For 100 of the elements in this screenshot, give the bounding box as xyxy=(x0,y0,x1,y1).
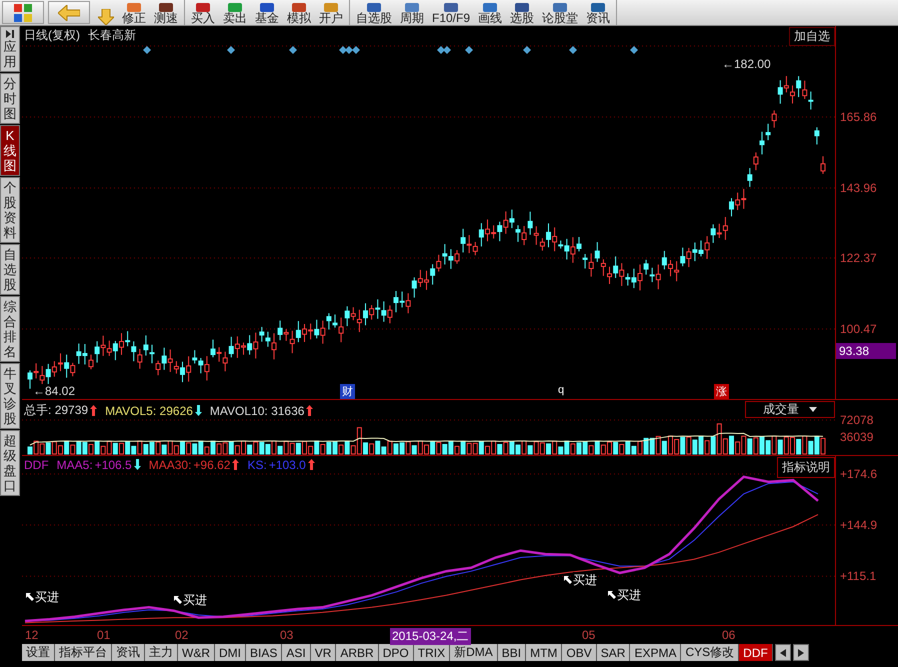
toolbar-button[interactable]: 测速 xyxy=(150,0,182,25)
indicator-tab[interactable]: MTM xyxy=(526,644,562,661)
toolbar-icon xyxy=(159,3,173,12)
back-button[interactable] xyxy=(48,1,90,24)
axis-label: 36039 xyxy=(840,430,874,444)
volume-stat: MAVOL10: 31636 xyxy=(210,404,304,418)
event-marker-icon[interactable] xyxy=(143,46,151,54)
volume-stat: MAVOL5: 29626 xyxy=(105,404,193,418)
caret-icon xyxy=(809,407,817,412)
toolbar-button[interactable]: 自选股 xyxy=(352,0,396,25)
toolbar-button[interactable]: F10/F9 xyxy=(428,0,474,25)
sidebar-tab[interactable]: 综合排名 xyxy=(0,296,20,362)
indicator-tab[interactable]: ASI xyxy=(282,644,311,661)
date-label: 03 xyxy=(280,628,294,642)
sidebar-tab[interactable]: 自选股 xyxy=(0,244,20,295)
toolbar-button[interactable]: 模拟 xyxy=(283,0,315,25)
indicator-help-button[interactable]: 指标说明 xyxy=(777,456,835,478)
indicator-tab[interactable]: OBV xyxy=(562,644,597,661)
event-tag[interactable]: 涨 xyxy=(714,384,729,399)
axis-label: +115.1 xyxy=(840,569,876,584)
event-marker-icon[interactable] xyxy=(352,46,360,54)
high-price-label: ←182.00 xyxy=(722,57,771,71)
toolbar-button[interactable]: 买入 xyxy=(187,0,219,25)
date-label: 12 xyxy=(25,628,38,642)
sidebar-tab[interactable]: 个股资料 xyxy=(0,177,20,243)
indicator-tab[interactable]: 主力 xyxy=(145,644,178,661)
sidebar-tab[interactable]: 牛叉诊股 xyxy=(0,363,20,429)
candlestick xyxy=(820,156,826,174)
toolbar-icon xyxy=(367,3,381,12)
toolbar-button[interactable]: 选股 xyxy=(506,0,538,25)
toolbar-button[interactable]: 修正 xyxy=(118,0,150,25)
indicator-tab[interactable]: BIAS xyxy=(246,644,282,661)
event-tag[interactable]: 财 xyxy=(340,384,355,399)
current-price-tag: 93.38 xyxy=(836,343,896,359)
toolbar-button[interactable]: 论股堂 xyxy=(538,0,582,25)
indicator-value: +106.5 xyxy=(94,458,132,472)
volume-stat: 总手: 29739 xyxy=(24,402,88,420)
down-arrow-icon xyxy=(98,9,114,25)
toolbar-icon xyxy=(127,3,141,12)
indicator-tab[interactable]: 指标平台 xyxy=(55,644,112,661)
left-arrow-icon xyxy=(58,4,80,20)
date-label: 2015-03-24,二 xyxy=(390,628,471,646)
toolbar-button[interactable]: 开户 xyxy=(315,0,347,25)
event-marker-icon[interactable] xyxy=(569,46,577,54)
indicator-tab[interactable]: CYS修改 xyxy=(681,644,740,661)
collapse-icon xyxy=(5,29,15,39)
toolbar-icon xyxy=(405,3,419,12)
event-marker-icon[interactable] xyxy=(345,46,353,54)
toolbar-button[interactable]: 资讯 xyxy=(582,0,614,25)
toolbar-icon xyxy=(515,3,530,12)
indicator-dropdown[interactable]: 成交量 xyxy=(745,401,835,418)
sidebar-tab[interactable]: 超级盘口 xyxy=(0,430,20,496)
toolbar-button[interactable]: 基金 xyxy=(251,0,283,25)
indicator-tab[interactable]: 新DMA xyxy=(450,644,498,661)
sidebar-tab[interactable]: 应用 xyxy=(0,26,20,72)
toolbar-icon xyxy=(553,3,568,12)
toolbar-button[interactable]: 卖出 xyxy=(219,0,251,25)
event-marker-icon[interactable] xyxy=(443,46,451,54)
right-triangle-icon xyxy=(798,648,804,656)
event-tag[interactable]: q xyxy=(556,384,566,396)
indicator-tab[interactable]: W&R xyxy=(178,644,215,661)
toolbar-icon xyxy=(228,3,242,12)
indicator-tab[interactable]: TRIX xyxy=(414,644,450,661)
add-watchlist-button[interactable]: 加自选 xyxy=(789,27,835,46)
toolbar-icon xyxy=(292,3,306,12)
four-squares-icon xyxy=(14,4,32,22)
toolbar-icon xyxy=(591,3,606,12)
event-marker-icon[interactable] xyxy=(523,46,531,54)
indicator-tab[interactable]: DDF xyxy=(739,644,773,661)
date-label: 05 xyxy=(582,628,596,642)
toolbar-icon xyxy=(196,3,210,12)
axis-label: +174.6 xyxy=(840,466,878,481)
stock-name: 长春高新 xyxy=(88,27,136,44)
indicator-tab[interactable]: 设置 xyxy=(22,644,55,661)
event-marker-icon[interactable] xyxy=(465,46,473,54)
indicator-tab[interactable]: DMI xyxy=(215,644,246,661)
scroll-left-button[interactable] xyxy=(774,644,791,661)
event-marker-icon[interactable] xyxy=(339,46,347,54)
indicator-tab[interactable]: 资讯 xyxy=(112,644,145,661)
indicator-tab[interactable]: SAR xyxy=(596,644,630,661)
indicator-tab[interactable]: DPO xyxy=(378,644,414,661)
axis-label: +144.9 xyxy=(840,518,878,532)
indicator-tab[interactable]: BBI xyxy=(498,644,526,661)
logo-button[interactable] xyxy=(2,1,44,24)
toolbar-icon xyxy=(483,3,498,12)
event-marker-icon[interactable] xyxy=(289,46,297,54)
indicator-tab[interactable]: EXPMA xyxy=(630,644,682,661)
toolbar-button[interactable]: 画线 xyxy=(474,0,506,25)
indicator-tab[interactable]: VR xyxy=(310,644,336,661)
event-marker-icon[interactable] xyxy=(630,46,638,54)
sidebar-tab[interactable]: K线图 xyxy=(0,125,20,176)
toolbar-button[interactable]: 周期 xyxy=(396,0,428,25)
sidebar-tab[interactable]: 分时图 xyxy=(0,73,20,124)
event-marker-icon[interactable] xyxy=(227,46,235,54)
indicator-name: DDF xyxy=(24,458,49,472)
event-marker-icon[interactable] xyxy=(437,46,445,54)
axis-label: 72078 xyxy=(840,413,874,428)
indicator-tab[interactable]: ARBR xyxy=(336,644,379,661)
pointer-arrow-icon xyxy=(608,591,616,600)
scroll-right-button[interactable] xyxy=(792,644,809,661)
